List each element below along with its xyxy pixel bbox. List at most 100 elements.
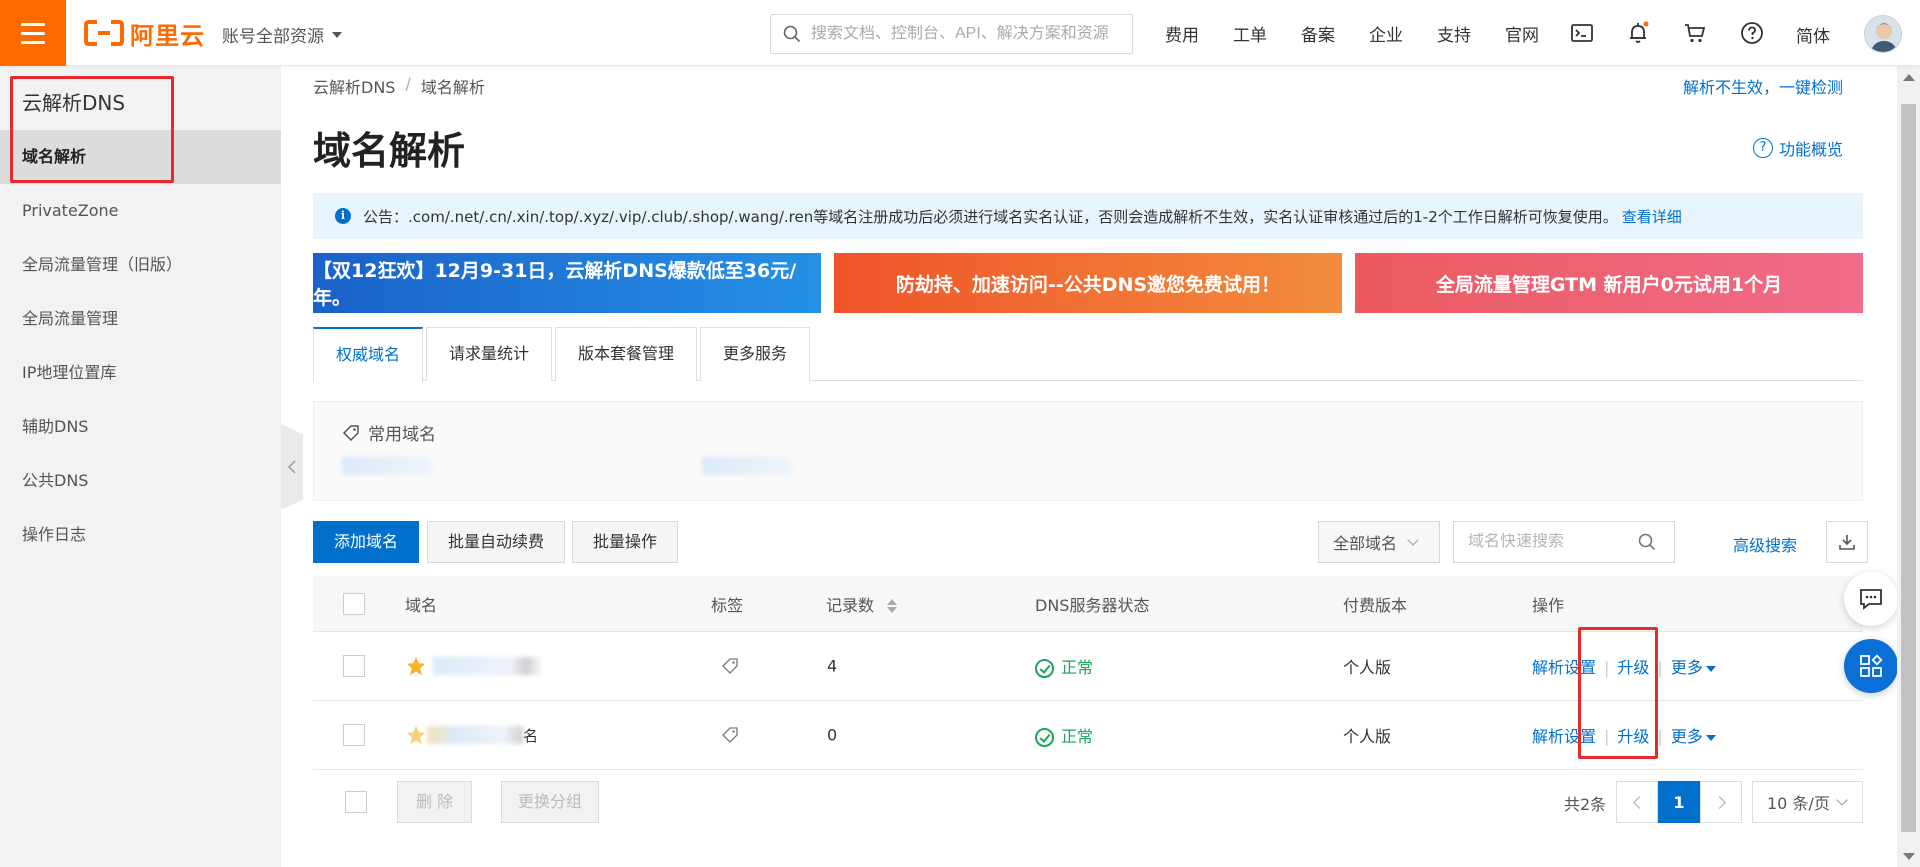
batch-auto-renew-button[interactable]: 批量自动续费 bbox=[427, 521, 566, 563]
advanced-search-link[interactable]: 高级搜索 bbox=[1733, 532, 1797, 556]
more-actions-link[interactable]: 更多 bbox=[1671, 727, 1703, 746]
domain-cell: 名 bbox=[405, 724, 538, 746]
promo-banner-gtm[interactable]: 全局流量管理GTM 新用户0元试用1个月 bbox=[1355, 253, 1863, 313]
prev-page-button[interactable] bbox=[1616, 781, 1658, 823]
upgrade-link[interactable]: 升级 bbox=[1617, 727, 1649, 746]
page-scrollbar[interactable] bbox=[1897, 66, 1920, 867]
global-search-input[interactable] bbox=[811, 25, 1111, 43]
logo-text: 阿里云 bbox=[130, 21, 205, 50]
language-switch[interactable]: 简体 bbox=[1796, 22, 1830, 47]
batch-operation-button[interactable]: 批量操作 bbox=[572, 521, 679, 563]
favorite-domain-redacted[interactable] bbox=[342, 457, 432, 475]
dns-settings-link[interactable]: 解析设置 bbox=[1532, 658, 1596, 677]
tag-icon[interactable] bbox=[721, 726, 739, 744]
row-checkbox[interactable] bbox=[343, 724, 365, 746]
sort-icon[interactable] bbox=[887, 599, 898, 613]
nav-fees[interactable]: 费用 bbox=[1165, 21, 1199, 46]
scroll-down-arrow-icon[interactable] bbox=[1903, 853, 1915, 860]
paid-version: 个人版 bbox=[1343, 658, 1392, 677]
sidebar-item-gtm-legacy[interactable]: 全局流量管理（旧版） bbox=[0, 238, 281, 292]
footer-select-all-checkbox[interactable] bbox=[345, 791, 367, 813]
sidebar-item-secondary-dns[interactable]: 辅助DNS bbox=[0, 400, 281, 454]
bell-icon[interactable] bbox=[1626, 21, 1650, 45]
aliyun-logo[interactable]: 阿里云 bbox=[84, 17, 205, 50]
nav-support[interactable]: 支持 bbox=[1437, 21, 1471, 46]
search-icon[interactable] bbox=[1638, 533, 1656, 551]
action-divider: | bbox=[1604, 658, 1610, 677]
chevron-down-icon bbox=[1407, 534, 1419, 546]
user-avatar[interactable] bbox=[1864, 15, 1902, 53]
notice-details-link[interactable]: 查看详细 bbox=[1622, 206, 1682, 227]
global-search[interactable] bbox=[770, 14, 1133, 54]
download-button[interactable] bbox=[1826, 521, 1868, 563]
domain-quick-search[interactable] bbox=[1453, 521, 1675, 563]
help-icon[interactable] bbox=[1740, 21, 1764, 45]
tab-more-services[interactable]: 更多服务 bbox=[700, 327, 811, 381]
chat-float-button[interactable] bbox=[1844, 572, 1898, 626]
col-actions: 操作 bbox=[1532, 595, 1565, 615]
account-resources-dropdown[interactable]: 账号全部资源 bbox=[222, 22, 342, 47]
change-group-button[interactable]: 更换分组 bbox=[501, 781, 600, 823]
delete-button[interactable]: 删 除 bbox=[397, 781, 473, 823]
tag-icon bbox=[342, 424, 359, 441]
scrollbar-thumb[interactable] bbox=[1901, 104, 1916, 832]
domain-name-redacted[interactable] bbox=[433, 657, 543, 675]
sidebar-item-gtm[interactable]: 全局流量管理 bbox=[0, 292, 281, 346]
col-records[interactable]: 记录数 bbox=[826, 592, 898, 616]
domain-filter-select[interactable]: 全部域名 bbox=[1318, 521, 1440, 563]
scroll-up-arrow-icon[interactable] bbox=[1903, 74, 1915, 81]
feature-overview-label: 功能概览 bbox=[1778, 140, 1843, 159]
row-actions: 解析设置 | 升级 | 更多 bbox=[1532, 723, 1716, 747]
row-actions: 解析设置 | 升级 | 更多 bbox=[1532, 654, 1716, 678]
favorite-domain-redacted[interactable] bbox=[702, 457, 792, 475]
domain-filter-value: 全部域名 bbox=[1333, 534, 1398, 553]
table-row: 4 正常 个人版 解析设置 | 升级 | 更多 bbox=[313, 632, 1863, 701]
dns-status-label: 正常 bbox=[1061, 658, 1094, 677]
dns-settings-link[interactable]: 解析设置 bbox=[1532, 727, 1596, 746]
sidebar-title[interactable]: 云解析DNS bbox=[22, 87, 125, 116]
select-all-checkbox[interactable] bbox=[343, 592, 365, 615]
feature-overview-link[interactable]: ? 功能概览 bbox=[1752, 136, 1843, 160]
apps-float-button[interactable] bbox=[1844, 639, 1898, 693]
nav-website[interactable]: 官网 bbox=[1505, 21, 1539, 46]
sidebar-item-domain-resolution[interactable]: 域名解析 bbox=[0, 130, 281, 184]
next-page-button[interactable] bbox=[1700, 781, 1742, 823]
terminal-icon[interactable] bbox=[1570, 21, 1594, 45]
sidebar: 云解析DNS 域名解析 PrivateZone 全局流量管理（旧版） 全局流量管… bbox=[0, 66, 281, 867]
sidebar-item-ip-geo[interactable]: IP地理位置库 bbox=[0, 346, 281, 400]
hamburger-menu-button[interactable] bbox=[0, 0, 66, 66]
star-icon[interactable] bbox=[405, 655, 427, 677]
nav-tickets[interactable]: 工单 bbox=[1233, 21, 1267, 46]
tab-request-stats[interactable]: 请求量统计 bbox=[426, 327, 553, 381]
record-count: 0 bbox=[827, 725, 838, 745]
tag-icon[interactable] bbox=[721, 657, 739, 675]
page-1-button[interactable]: 1 bbox=[1658, 781, 1700, 823]
sidebar-item-operation-log[interactable]: 操作日志 bbox=[0, 508, 281, 562]
promo-banner-double12[interactable]: 【双12狂欢】12月9-31日，云解析DNS爆款低至36元/年。 bbox=[313, 253, 821, 313]
star-icon[interactable] bbox=[405, 724, 427, 746]
tab-authoritative-domains[interactable]: 权威域名 bbox=[313, 327, 424, 382]
action-divider: | bbox=[1657, 658, 1663, 677]
nav-icp[interactable]: 备案 bbox=[1301, 21, 1335, 46]
upgrade-link[interactable]: 升级 bbox=[1617, 658, 1649, 677]
sidebar-item-privatezone[interactable]: PrivateZone bbox=[0, 184, 281, 238]
sidebar-item-public-dns[interactable]: 公共DNS bbox=[0, 454, 281, 508]
promo-banner-public-dns[interactable]: 防劫持、加速访问--公共DNS邀您免费试用！ bbox=[834, 253, 1342, 313]
cart-icon[interactable] bbox=[1683, 21, 1707, 45]
page-size-select[interactable]: 10 条/页 bbox=[1752, 781, 1863, 823]
nav-enterprise[interactable]: 企业 bbox=[1369, 21, 1403, 46]
tab-plan-management[interactable]: 版本套餐管理 bbox=[555, 327, 698, 381]
breadcrumb-item-dns[interactable]: 云解析DNS bbox=[313, 74, 395, 98]
add-domain-button[interactable]: 添加域名 bbox=[313, 521, 420, 563]
check-circle-icon bbox=[1035, 659, 1054, 678]
breadcrumb-separator: / bbox=[405, 74, 411, 93]
domain-name-redacted[interactable] bbox=[427, 726, 523, 744]
resolution-check-link[interactable]: 解析不生效，一键检测 bbox=[1683, 74, 1843, 98]
domain-quick-search-input[interactable] bbox=[1468, 533, 1638, 551]
apps-grid-icon bbox=[1860, 654, 1883, 677]
dns-status: 正常 bbox=[1035, 723, 1093, 747]
col-tags: 标签 bbox=[711, 595, 744, 615]
page-title: 域名解析 bbox=[313, 129, 466, 173]
row-checkbox[interactable] bbox=[343, 655, 365, 677]
more-actions-link[interactable]: 更多 bbox=[1671, 658, 1703, 677]
